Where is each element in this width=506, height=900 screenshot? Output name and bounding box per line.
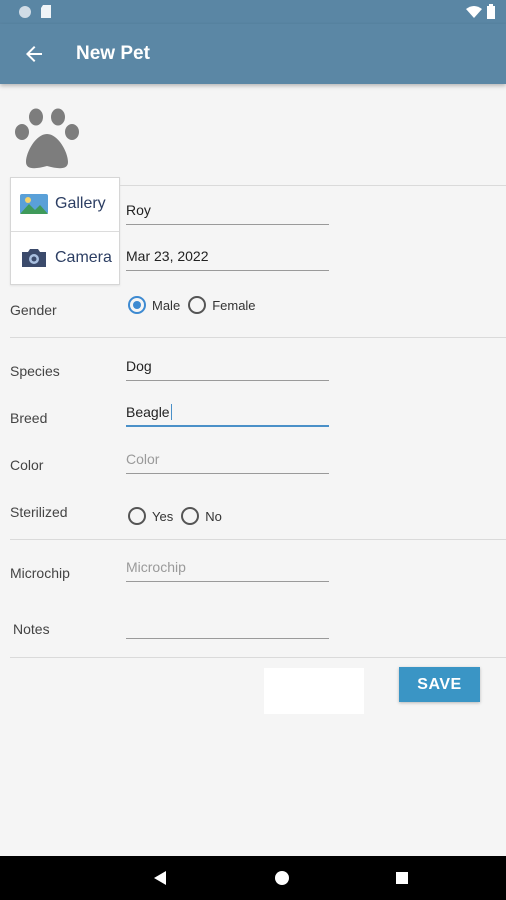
nav-recents-icon[interactable]: [396, 872, 408, 884]
sterilized-no-label: No: [205, 508, 222, 524]
divider: [10, 337, 506, 338]
divider: [10, 657, 506, 658]
species-value: Dog: [126, 358, 152, 374]
breed-value: Beagle: [126, 404, 172, 420]
gender-male-label: Male: [152, 297, 181, 313]
text-cursor: [170, 404, 172, 420]
page-title: New Pet: [76, 43, 150, 64]
name-field[interactable]: Roy: [126, 199, 329, 225]
sterilized-no-radio[interactable]: [181, 507, 200, 525]
gender-label: Gender: [10, 302, 57, 318]
app-bar: New Pet: [0, 24, 506, 84]
gallery-option[interactable]: Gallery: [11, 178, 119, 230]
microchip-placeholder: Microchip: [126, 559, 186, 575]
gender-male-radio[interactable]: [128, 296, 146, 314]
camera-label: Camera: [55, 249, 112, 266]
species-field[interactable]: Dog: [126, 355, 329, 381]
paw-icon[interactable]: [14, 108, 80, 172]
color-field[interactable]: Color: [126, 448, 329, 474]
divider: [120, 185, 506, 186]
sterilized-radio-group: Yes No: [128, 507, 230, 525]
empty-panel: [264, 668, 364, 714]
species-label: Species: [10, 363, 60, 379]
notes-field[interactable]: [126, 613, 329, 639]
notification-dot-icon: [19, 6, 31, 18]
camera-icon: [22, 249, 46, 267]
color-label: Color: [10, 457, 44, 473]
birth-date-field[interactable]: Mar 23, 2022: [126, 245, 329, 271]
sterilized-yes-radio[interactable]: [128, 507, 146, 525]
image-icon: [20, 194, 48, 214]
gender-radio-group: Male Female: [128, 296, 264, 314]
wifi-icon: [466, 6, 482, 18]
sd-card-icon: [41, 5, 51, 18]
battery-icon: [487, 4, 495, 19]
sterilized-label: Sterilized: [10, 504, 68, 520]
breed-label: Breed: [10, 410, 48, 426]
color-placeholder: Color: [126, 451, 160, 467]
birth-date-value: Mar 23, 2022: [126, 248, 209, 264]
sterilized-yes-label: Yes: [152, 508, 174, 524]
nav-back-icon[interactable]: [153, 870, 167, 886]
nav-home-icon[interactable]: [275, 871, 289, 885]
divider: [10, 539, 506, 540]
system-nav-bar: [0, 856, 506, 900]
notes-label: Notes: [13, 621, 50, 637]
back-arrow-icon[interactable]: [22, 42, 46, 66]
camera-option[interactable]: Camera: [11, 232, 119, 284]
gender-female-label: Female: [212, 297, 256, 313]
name-value: Roy: [126, 202, 151, 218]
gallery-label: Gallery: [55, 195, 106, 212]
gender-female-radio[interactable]: [188, 296, 207, 314]
photo-source-menu: Gallery Camera: [10, 177, 120, 285]
status-bar: [0, 0, 506, 24]
microchip-field[interactable]: Microchip: [126, 556, 329, 582]
microchip-label: Microchip: [10, 565, 70, 581]
save-button[interactable]: SAVE: [399, 667, 480, 702]
breed-field[interactable]: Beagle: [126, 401, 329, 427]
